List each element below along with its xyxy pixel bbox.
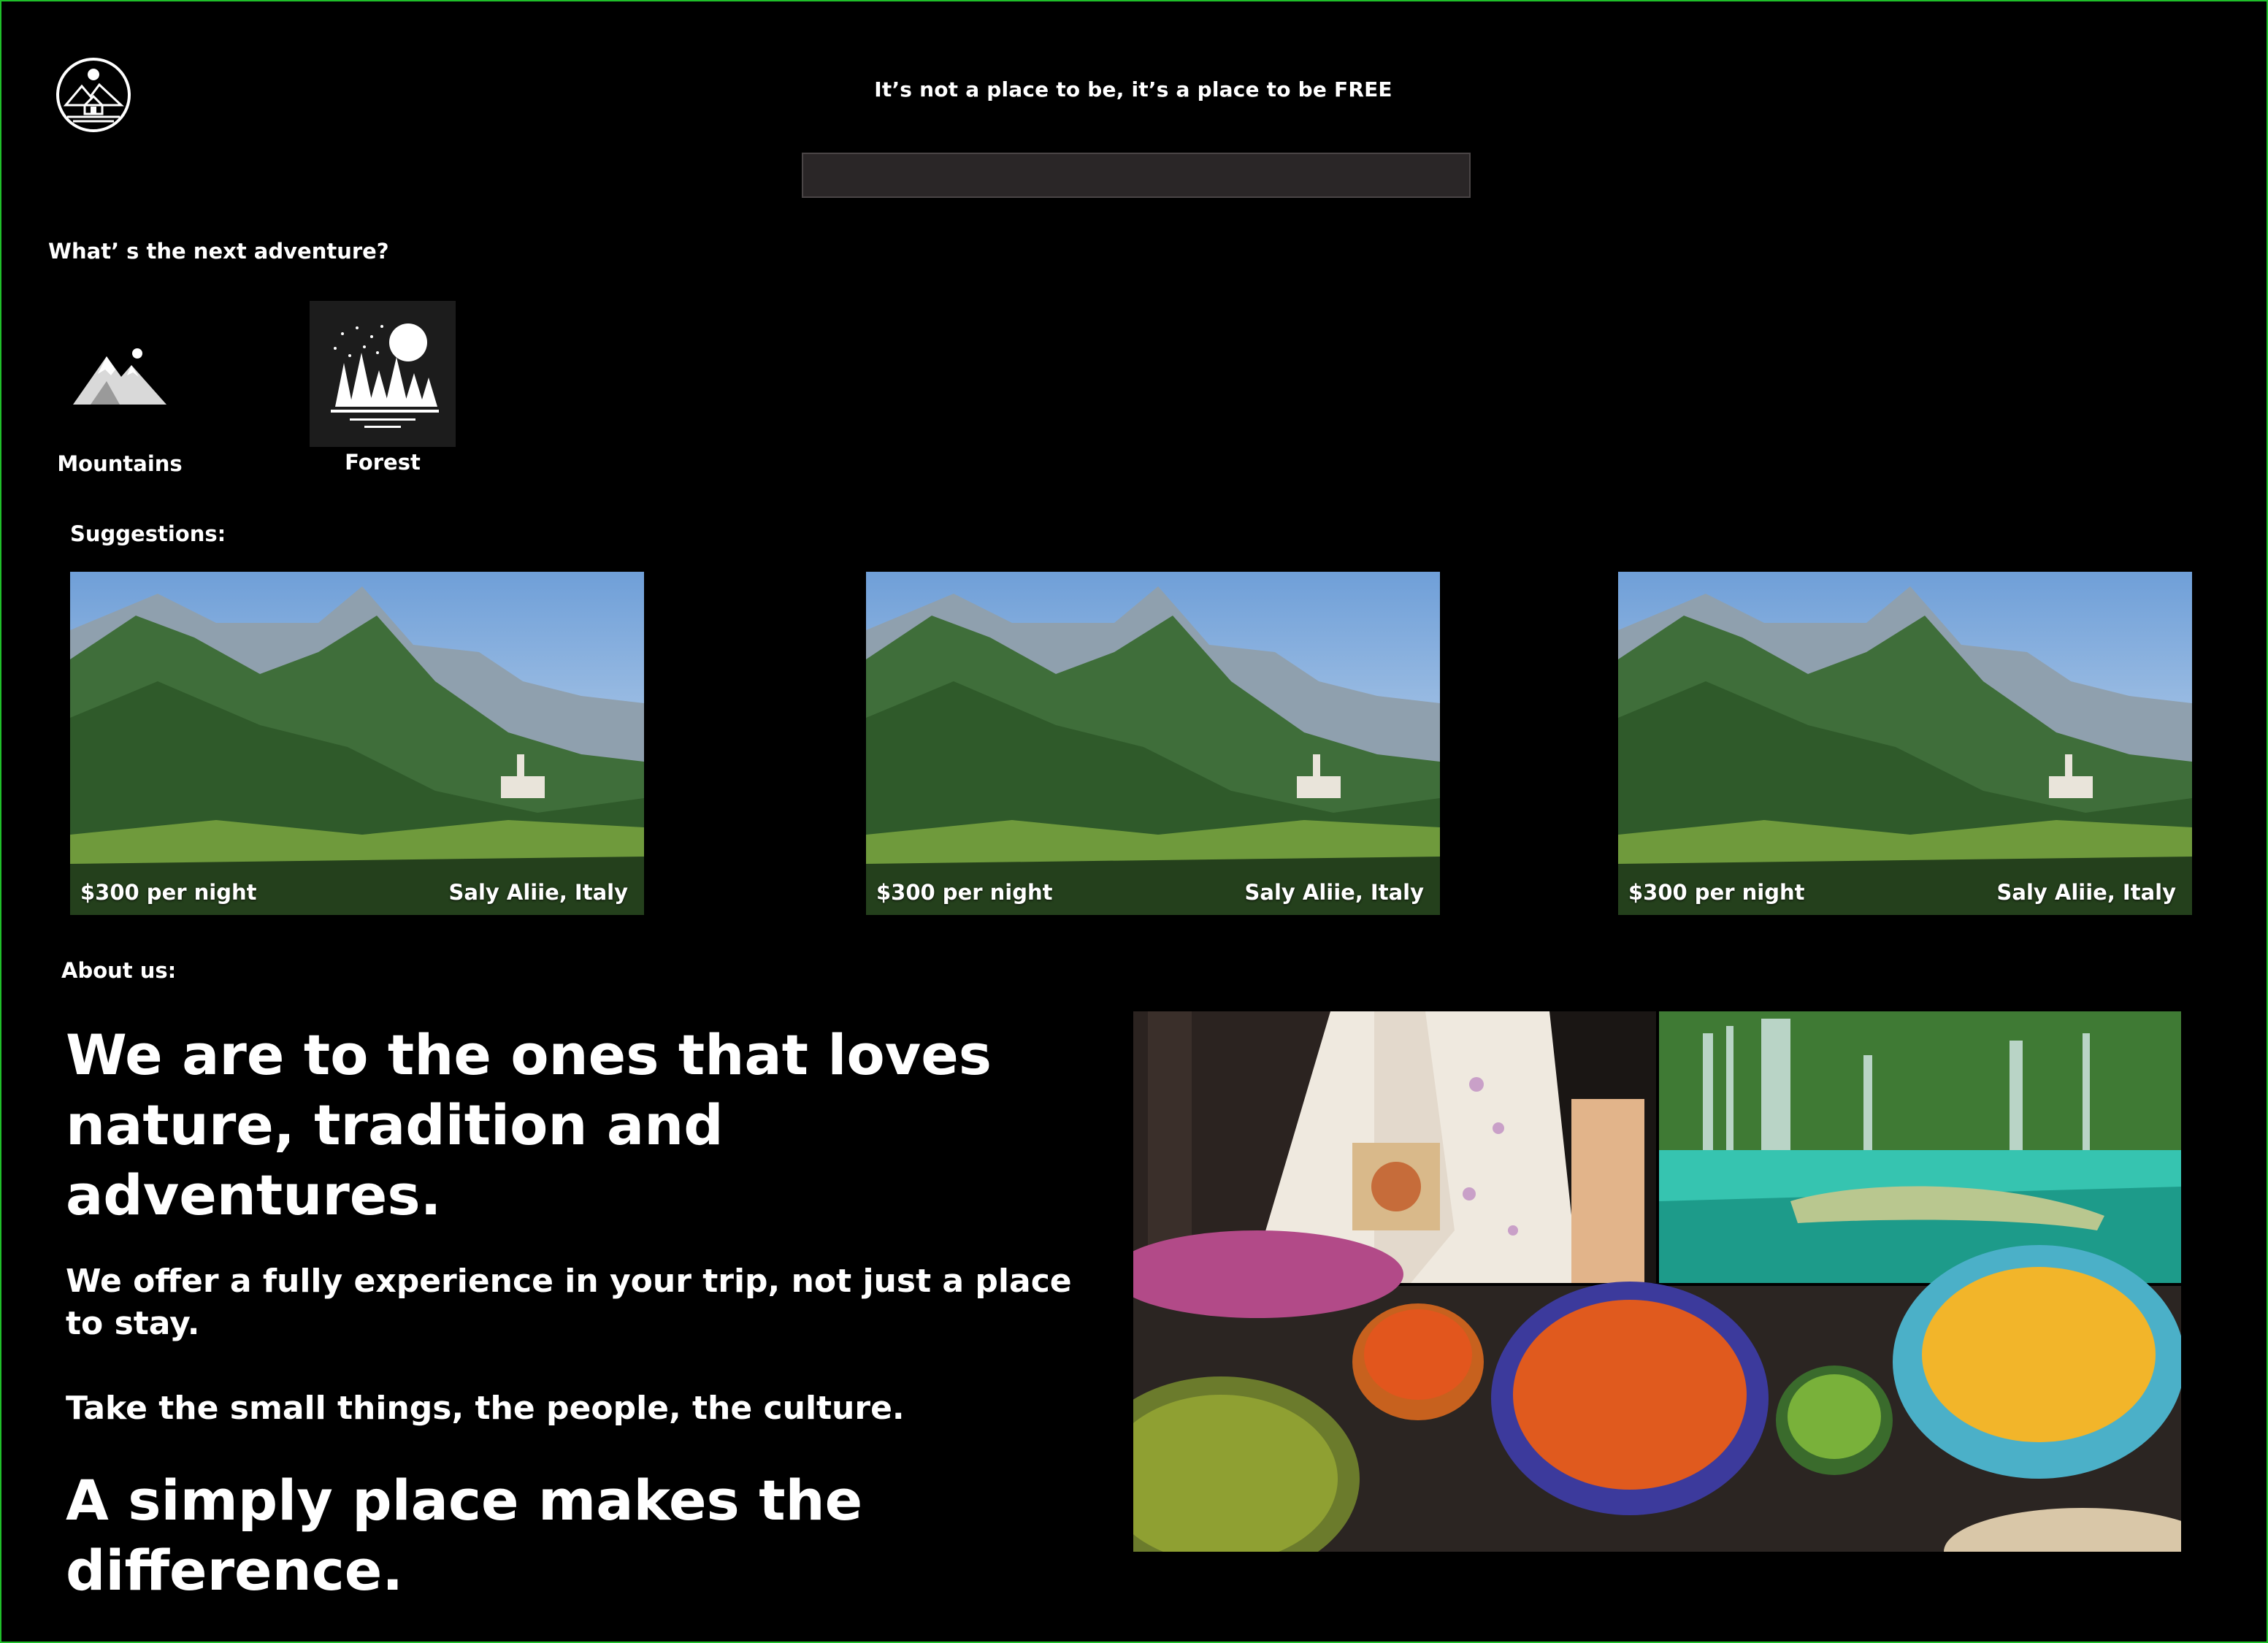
about-collage (1133, 1011, 2181, 1552)
suggestion-card[interactable]: $300 per night Saly Aliie, Italy (70, 572, 644, 915)
card-price: $300 per night (80, 880, 257, 905)
mountain-valley-village-photo (70, 572, 644, 915)
about-closing: A simply place makes the difference. (66, 1468, 863, 1603)
category-mountains[interactable]: Mountains (47, 302, 193, 476)
about-heading: About us: (61, 958, 177, 983)
suggestion-card[interactable]: $300 per night Saly Aliie, Italy (866, 572, 1440, 915)
search-input[interactable] (802, 153, 1471, 198)
category-forest[interactable]: Forest (310, 301, 456, 475)
card-location: Saly Aliie, Italy (448, 880, 628, 905)
card-location: Saly Aliie, Italy (1996, 880, 2176, 905)
about-headline: We are to the ones that loves nature, tr… (66, 1022, 992, 1228)
cabin-mountain-logo-icon (56, 58, 131, 132)
curry-dishes-photo (1133, 1230, 2181, 1552)
about-offer: We offer a fully experience in your trip… (66, 1263, 1072, 1342)
waterfall-lake-photo (1659, 1011, 2181, 1283)
suggestion-card[interactable]: $300 per night Saly Aliie, Italy (1618, 572, 2192, 915)
mountain-valley-village-photo (1618, 572, 2192, 915)
site-logo[interactable] (55, 57, 131, 133)
suggestions-heading: Suggestions: (70, 521, 226, 546)
category-label: Forest (345, 450, 421, 475)
mountains-icon (73, 348, 166, 405)
mountain-valley-village-photo (866, 572, 1440, 915)
about-small-things: Take the small things, the people, the c… (66, 1390, 905, 1427)
category-icon-container (310, 301, 456, 447)
tagline: It’s not a place to be, it’s a place to … (874, 77, 1392, 102)
card-location: Saly Aliie, Italy (1244, 880, 1424, 905)
category-icon-container (47, 302, 193, 448)
card-price: $300 per night (876, 880, 1053, 905)
forest-icon (331, 323, 439, 428)
categories-heading: What’ s the next adventure? (48, 239, 389, 264)
category-label: Mountains (57, 451, 183, 476)
card-price: $300 per night (1628, 880, 1805, 905)
